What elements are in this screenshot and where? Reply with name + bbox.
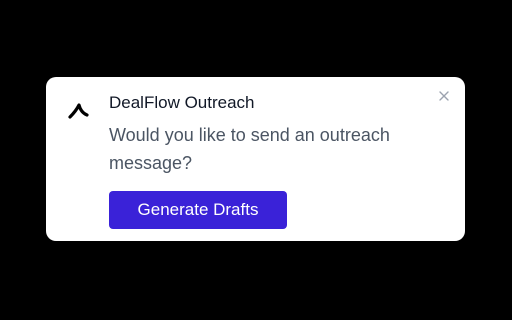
generate-drafts-button[interactable]: Generate Drafts	[109, 191, 287, 229]
close-icon[interactable]	[436, 88, 452, 104]
dialog-title: DealFlow Outreach	[109, 93, 255, 112]
dealflow-logo-icon	[66, 100, 92, 122]
dialog-message: Would you like to send an outreach messa…	[109, 125, 390, 173]
screen-backdrop: DealFlow Outreach Would you like to send…	[0, 0, 512, 320]
